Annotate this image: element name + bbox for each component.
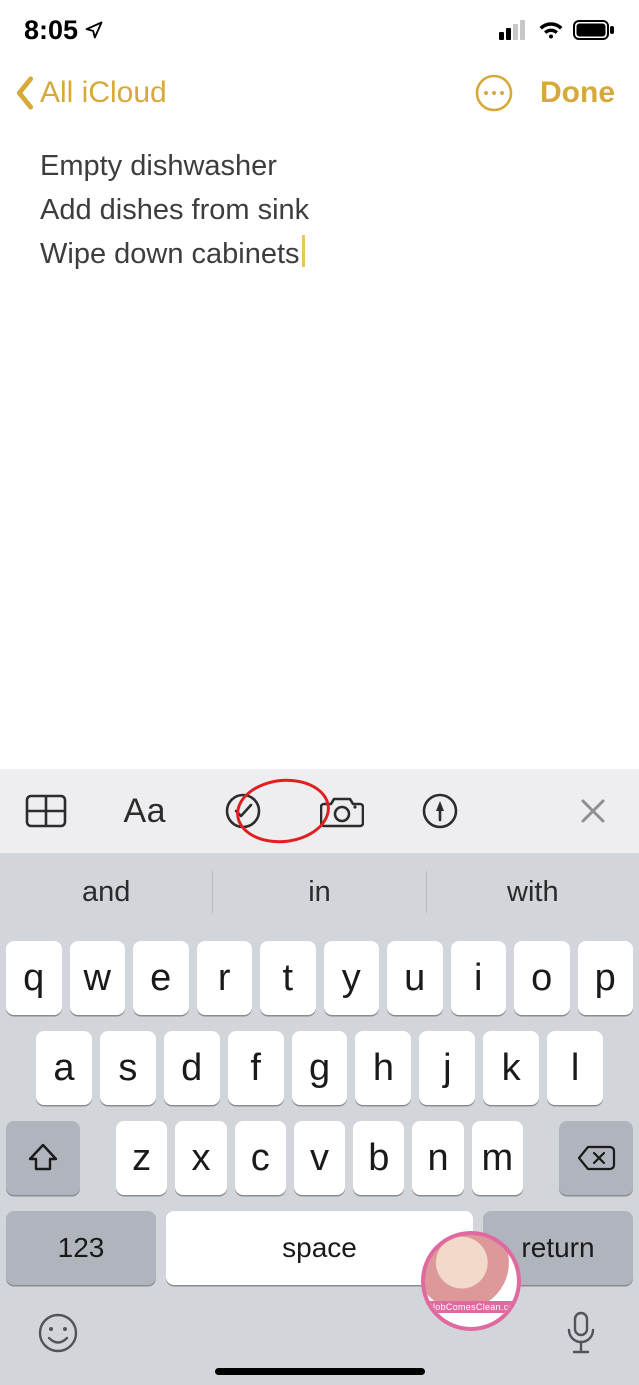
pen-circle-icon bbox=[421, 792, 459, 830]
key-h[interactable]: h bbox=[355, 1031, 411, 1105]
key-row: a s d f g h j k l bbox=[6, 1031, 633, 1105]
key-r[interactable]: r bbox=[197, 941, 253, 1015]
key-row: q w e r t y u i o p bbox=[6, 941, 633, 1015]
backspace-icon bbox=[576, 1143, 616, 1173]
backspace-key[interactable] bbox=[559, 1121, 633, 1195]
key-p[interactable]: p bbox=[578, 941, 634, 1015]
key-b[interactable]: b bbox=[353, 1121, 404, 1195]
wifi-icon bbox=[537, 20, 565, 40]
shift-key[interactable] bbox=[6, 1121, 80, 1195]
watermark-text: ASlobComesClean.com bbox=[421, 1301, 521, 1313]
status-time-group: 8:05 bbox=[24, 15, 104, 46]
nav-bar: All iCloud Done bbox=[0, 60, 639, 126]
key-g[interactable]: g bbox=[292, 1031, 348, 1105]
table-icon bbox=[25, 794, 67, 828]
camera-button[interactable] bbox=[320, 787, 365, 835]
markup-button[interactable] bbox=[418, 787, 463, 835]
key-o[interactable]: o bbox=[514, 941, 570, 1015]
predictive-bar: and in with bbox=[0, 853, 639, 931]
text-format-icon: Aa bbox=[123, 792, 166, 831]
text-cursor bbox=[302, 235, 305, 267]
key-d[interactable]: d bbox=[164, 1031, 220, 1105]
key-j[interactable]: j bbox=[419, 1031, 475, 1105]
key-f[interactable]: f bbox=[228, 1031, 284, 1105]
key-t[interactable]: t bbox=[260, 941, 316, 1015]
battery-icon bbox=[573, 20, 615, 40]
key-l[interactable]: l bbox=[547, 1031, 603, 1105]
cellular-icon bbox=[499, 20, 529, 40]
note-line: Add dishes from sink bbox=[40, 188, 599, 232]
home-indicator[interactable] bbox=[215, 1368, 425, 1375]
close-icon bbox=[578, 796, 608, 826]
location-icon bbox=[84, 20, 104, 40]
suggestion[interactable]: and bbox=[0, 867, 212, 917]
notes-format-toolbar: Aa bbox=[0, 769, 639, 853]
camera-icon bbox=[320, 794, 364, 828]
note-editor[interactable]: Empty dishwasher Add dishes from sink Wi… bbox=[0, 126, 639, 276]
key-c[interactable]: c bbox=[235, 1121, 286, 1195]
key-u[interactable]: u bbox=[387, 941, 443, 1015]
status-indicators bbox=[499, 20, 615, 40]
key-n[interactable]: n bbox=[412, 1121, 463, 1195]
text-format-button[interactable]: Aa bbox=[123, 787, 168, 835]
check-circle-icon bbox=[224, 792, 262, 830]
key-v[interactable]: v bbox=[294, 1121, 345, 1195]
close-toolbar-button[interactable] bbox=[571, 787, 616, 835]
key-row: z x c v b n m bbox=[6, 1121, 633, 1195]
suggestion[interactable]: with bbox=[427, 867, 639, 917]
note-line: Empty dishwasher bbox=[40, 144, 599, 188]
checklist-button[interactable] bbox=[221, 787, 266, 835]
key-y[interactable]: y bbox=[324, 941, 380, 1015]
back-button[interactable]: All iCloud bbox=[14, 76, 167, 110]
key-x[interactable]: x bbox=[175, 1121, 226, 1195]
key-z[interactable]: z bbox=[116, 1121, 167, 1195]
done-button[interactable]: Done bbox=[540, 76, 625, 110]
suggestion[interactable]: in bbox=[213, 867, 425, 917]
emoji-icon bbox=[37, 1312, 79, 1354]
emoji-button[interactable] bbox=[34, 1309, 82, 1357]
note-line: Wipe down cabinets bbox=[40, 232, 599, 276]
key-k[interactable]: k bbox=[483, 1031, 539, 1105]
back-label: All iCloud bbox=[40, 76, 167, 110]
key-q[interactable]: q bbox=[6, 941, 62, 1015]
nav-actions: Done bbox=[472, 71, 625, 115]
key-e[interactable]: e bbox=[133, 941, 189, 1015]
numbers-key[interactable]: 123 bbox=[6, 1211, 156, 1285]
key-i[interactable]: i bbox=[451, 941, 507, 1015]
key-m[interactable]: m bbox=[472, 1121, 523, 1195]
more-button[interactable] bbox=[472, 71, 516, 115]
status-bar: 8:05 bbox=[0, 0, 639, 60]
chevron-left-icon bbox=[14, 76, 36, 110]
ellipsis-circle-icon bbox=[474, 73, 514, 113]
key-a[interactable]: a bbox=[36, 1031, 92, 1105]
key-w[interactable]: w bbox=[70, 941, 126, 1015]
key-row: 123 space return bbox=[6, 1211, 633, 1285]
keyboard-container: Aa and in with q w e r t y bbox=[0, 769, 639, 1385]
microphone-icon bbox=[564, 1310, 598, 1356]
dictation-button[interactable] bbox=[557, 1309, 605, 1357]
keyboard: q w e r t y u i o p a s d f g h j k l bbox=[0, 931, 639, 1385]
shift-icon bbox=[26, 1141, 60, 1175]
key-s[interactable]: s bbox=[100, 1031, 156, 1105]
status-time: 8:05 bbox=[24, 15, 78, 46]
table-button[interactable] bbox=[24, 787, 69, 835]
watermark-badge: ASlobComesClean.com bbox=[421, 1231, 521, 1331]
